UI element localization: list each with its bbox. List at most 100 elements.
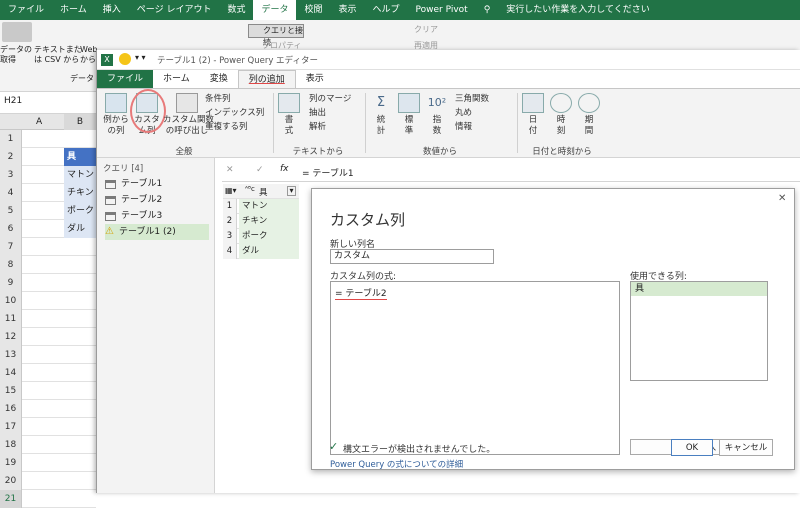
time-button[interactable]: 時 刻 [549,93,573,137]
cell-value[interactable]: ダル [239,244,299,259]
query-item-selected[interactable]: ⚠ テーブル1 (2) [105,224,209,240]
row-header[interactable]: 15 [0,382,22,400]
close-icon[interactable]: ✕ [778,193,786,204]
trigonometry-button[interactable]: 三角関数 [455,93,489,105]
chevron-down-icon[interactable]: ▾ ▾ [135,53,146,62]
cell-value[interactable]: チキン [239,214,299,229]
excel-cell[interactable]: ダル [64,220,96,238]
query-item[interactable]: テーブル1 [105,176,209,192]
pq-tab-view[interactable]: 表示 [296,70,334,88]
index-column-button[interactable]: インデックス列 [205,107,264,119]
table-menu-icon[interactable]: ▦▾ [225,186,237,195]
scientific-button[interactable]: 10² 指 数 [425,93,449,137]
cancel-button[interactable]: キャンセル [719,439,773,456]
row-header[interactable]: 4 [0,184,22,202]
tell-me-input[interactable]: 実行したい作業を入力してください [498,0,657,20]
name-box[interactable]: H21 [4,96,22,106]
row-header[interactable]: 8 [0,256,22,274]
text-csv-button[interactable]: テキストまた は CSV から [34,45,82,65]
query-item[interactable]: テーブル3 [105,208,209,224]
cancel-x-icon[interactable]: ✕ [226,165,234,175]
clear-button[interactable]: クリア [414,24,438,35]
fx-icon[interactable]: fx [280,164,289,174]
row-header[interactable]: 18 [0,436,22,454]
pq-tab-file[interactable]: ファイル [97,70,154,88]
formula-text[interactable]: = テーブル1 [302,166,354,179]
table-icon [105,195,116,205]
excel-tab[interactable]: ページ レイアウト [129,0,220,20]
excel-cell[interactable]: 具 [64,148,96,166]
smiley-icon[interactable] [119,53,131,65]
table-row[interactable]: 1 マトン [223,199,299,214]
row-header[interactable]: 9 [0,274,22,292]
excel-tab-data[interactable]: データ [253,0,297,20]
parse-button[interactable]: 解析 [309,121,326,133]
text-type-icon[interactable]: ᴬᴮc [245,185,255,193]
filter-dropdown-icon[interactable]: ▾ [287,186,296,196]
row-header[interactable]: 2 [0,148,22,166]
ribbon-separator [273,93,274,153]
row-header[interactable]: 16 [0,400,22,418]
excel-tab[interactable]: ホーム [52,0,95,20]
row-header[interactable]: 20 [0,472,22,490]
row-header[interactable]: 14 [0,364,22,382]
date-button[interactable]: 日 付 [521,93,545,137]
excel-cell[interactable]: マトン [64,166,96,184]
col-header-b[interactable]: B [64,114,96,130]
excel-tab[interactable]: 数式 [219,0,253,20]
duration-button[interactable]: 期 間 [577,93,601,137]
pq-tab-add-column[interactable]: 列の追加 [237,70,296,88]
row-header[interactable]: 6 [0,220,22,238]
available-column-item[interactable]: 具 [631,282,767,296]
get-data-button[interactable]: データの 取得 [0,45,34,65]
check-icon[interactable]: ✓ [256,165,264,175]
pq-tab-home[interactable]: ホーム [153,70,200,88]
row-header[interactable]: 1 [0,130,22,148]
extract-button[interactable]: 抽出 [309,107,326,119]
cell-value[interactable]: ポーク [239,229,299,244]
format-button[interactable]: 書 式 [277,93,301,137]
table-row[interactable]: 3 ポーク [223,229,299,244]
information-button[interactable]: 情報 [455,121,472,133]
table-row[interactable]: 2 チキン [223,214,299,229]
excel-tab[interactable]: ヘルプ [365,0,408,20]
row-header[interactable]: 3 [0,166,22,184]
column-header[interactable]: 具 [259,186,268,198]
excel-tab[interactable]: 挿入 [95,0,129,20]
excel-tab[interactable]: 表示 [331,0,365,20]
standard-button[interactable]: 標 準 [397,93,421,137]
column-from-examples-button[interactable]: 例から の列 [101,93,131,137]
col-header-a[interactable]: A [36,117,42,127]
row-header[interactable]: 19 [0,454,22,472]
excel-tab[interactable]: Power Pivot [408,0,476,20]
merge-columns-button[interactable]: 列のマージ [309,93,351,105]
table-row[interactable]: 4 ダル [223,244,299,259]
row-header[interactable]: 12 [0,328,22,346]
conditional-column-button[interactable]: 条件列 [205,93,231,105]
group-general-label: 全般 [175,147,193,157]
excel-cell[interactable]: ポーク [64,202,96,220]
row-header[interactable]: 7 [0,238,22,256]
row-header[interactable]: 10 [0,292,22,310]
queries-connections-button[interactable]: クエリと接続 [248,24,304,47]
duplicate-column-button[interactable]: 重複する列 [205,121,248,133]
excel-tab[interactable]: 校閲 [296,0,330,20]
rounding-button[interactable]: 丸め [455,107,472,119]
row-header[interactable]: 13 [0,346,22,364]
pq-tab-transform[interactable]: 変換 [200,70,238,88]
row-header[interactable]: 11 [0,310,22,328]
row-header[interactable]: 5 [0,202,22,220]
new-column-name-input[interactable]: カスタム [330,249,494,264]
highlight-circle [130,89,166,133]
learn-more-link[interactable]: Power Query の式についての詳細 [330,458,463,470]
excel-cell[interactable]: チキン [64,184,96,202]
query-item[interactable]: テーブル2 [105,192,209,208]
standard-label: 標 準 [404,115,414,136]
statistics-button[interactable]: Σ 統 計 [369,93,393,137]
invoke-custom-function-button[interactable]: カスタム関数 の呼び出し [163,93,214,137]
formula-editor[interactable]: = テーブル2 [330,281,620,455]
row-header[interactable]: 17 [0,418,22,436]
cell-value[interactable]: マトン [239,199,299,214]
ok-button[interactable]: OK [671,439,713,456]
excel-tab[interactable]: ファイル [0,0,52,20]
